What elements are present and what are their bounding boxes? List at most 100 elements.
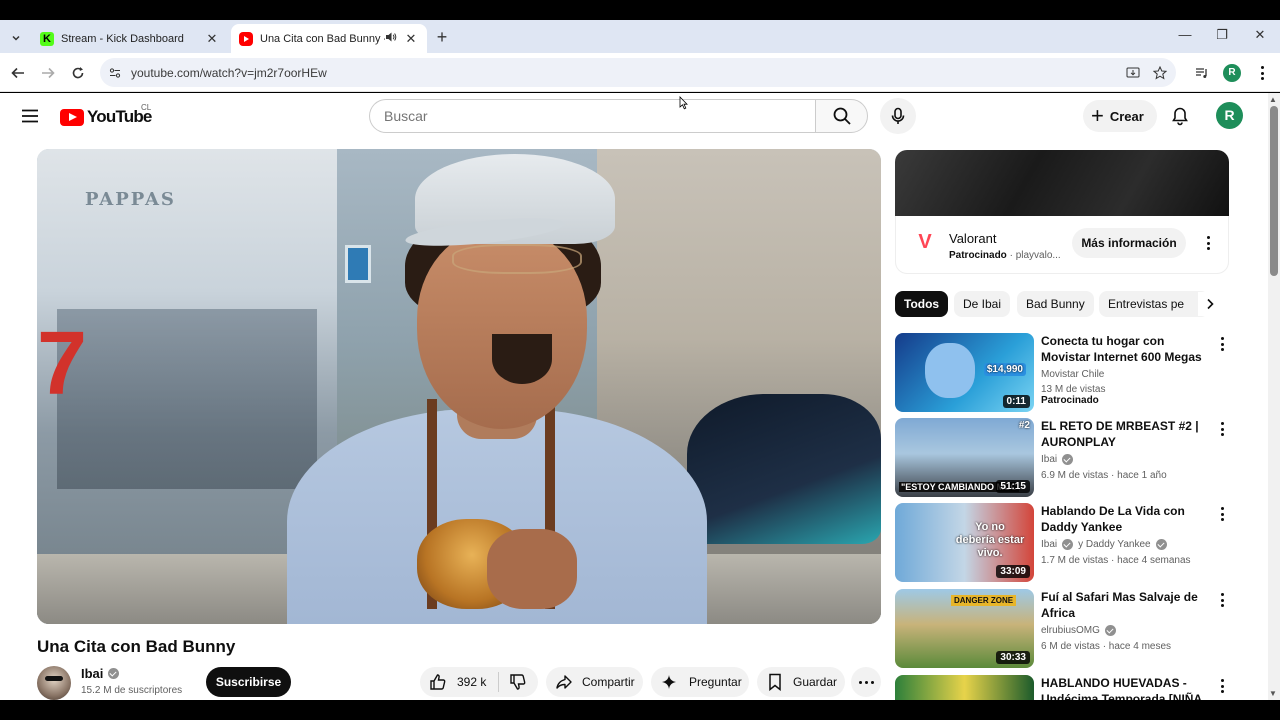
create-button[interactable]: + Crear	[1083, 100, 1157, 132]
chrome-profile-avatar[interactable]: R	[1223, 64, 1241, 82]
video-thumbnail[interactable]: $14,990 0:11	[895, 333, 1034, 412]
create-label: Crear	[1109, 108, 1144, 124]
chip-de-ibai[interactable]: De Ibai	[954, 291, 1011, 317]
video-thumbnail[interactable]: DANGER ZONE 30:33	[895, 589, 1034, 668]
bookmark-icon	[765, 672, 785, 692]
search-input[interactable]	[384, 108, 784, 124]
video-thumbnail[interactable]: "ESTOY CAMBIANDO MUC #2 51:15	[895, 418, 1034, 497]
rec-title: Fuí al Safari Mas Salvaje de Africa	[1041, 590, 1198, 620]
notifications-bell-icon[interactable]	[1170, 106, 1190, 126]
channel-name[interactable]: Ibai	[81, 666, 103, 681]
ask-label: Preguntar	[689, 675, 742, 689]
video-frame-blue-box	[345, 245, 371, 283]
chip-entrevistas[interactable]: Entrevistas pe	[1099, 291, 1209, 317]
rec-coauthor: y Daddy Yankee	[1078, 539, 1151, 550]
thumbnail-caption: DANGER ZONE	[951, 595, 1017, 606]
rec-channel-name: Movistar Chile	[1041, 369, 1105, 380]
speaker-icon[interactable]	[385, 31, 399, 46]
media-controls-icon[interactable]	[1192, 63, 1212, 83]
search-box	[369, 99, 816, 133]
video-player[interactable]: PAPPAS 7	[37, 149, 881, 624]
rec-channel-name: elrubiusOMG	[1041, 625, 1100, 636]
hamburger-menu-icon[interactable]	[20, 106, 40, 126]
recommended-video[interactable]: $14,990 0:11 Conecta tu hogar con Movist…	[895, 333, 1229, 413]
address-bar[interactable]: youtube.com/watch?v=jm2r7oorHEw	[100, 58, 1176, 87]
window-close-icon[interactable]: ✕	[1250, 27, 1270, 45]
rec-menu-icon[interactable]	[1214, 676, 1230, 696]
tab-close-icon[interactable]: ✕	[204, 31, 220, 47]
country-code: CL	[141, 103, 152, 112]
plus-icon: +	[1091, 103, 1104, 128]
ad-banner-image[interactable]	[895, 150, 1229, 216]
rec-views: 13 M de vistas	[1041, 384, 1106, 395]
video-duration: 30:33	[996, 651, 1030, 664]
site-info-icon[interactable]	[106, 64, 124, 82]
tab-title: Stream - Kick Dashboard	[61, 32, 184, 45]
tab-close-icon[interactable]: ✕	[403, 31, 419, 47]
youtube-play-icon	[60, 108, 84, 126]
chip-todos[interactable]: Todos	[895, 291, 949, 317]
tab-search-chevron-icon[interactable]	[6, 28, 26, 48]
scroll-up-arrow-icon[interactable]: ▲	[1269, 95, 1277, 104]
tab-youtube-video[interactable]: Una Cita con Bad Bunny - Y ✕	[231, 24, 427, 53]
ask-button[interactable]: Preguntar	[651, 667, 749, 697]
new-tab-button[interactable]: +	[432, 28, 452, 48]
video-thumbnail[interactable]	[895, 675, 1034, 700]
like-button[interactable]: 392 k	[420, 672, 498, 692]
tab-kick-dashboard[interactable]: K Stream - Kick Dashboard ✕	[32, 24, 228, 53]
rec-channel-name: Ibai	[1041, 539, 1058, 550]
recommended-video[interactable]: Yo no debería estar vivo. 33:09 Hablando…	[895, 503, 1229, 583]
video-frame-sign: PAPPAS	[85, 189, 176, 210]
tab-title: Una Cita con Bad Bunny - Y	[260, 32, 385, 45]
chip-bad-bunny[interactable]: Bad Bunny	[1017, 291, 1094, 317]
subscribe-button[interactable]: Suscribirse	[206, 667, 291, 697]
mouse-cursor-icon	[679, 96, 688, 115]
video-duration: 0:11	[1002, 395, 1030, 408]
recommended-video[interactable]: DANGER ZONE 30:33 Fuí al Safari Mas Salv…	[895, 589, 1229, 669]
more-actions-button[interactable]	[851, 667, 881, 697]
channel-avatar[interactable]	[37, 666, 71, 700]
screen-top-edge	[0, 0, 1280, 20]
rec-menu-icon[interactable]	[1214, 590, 1230, 610]
dislike-button[interactable]	[499, 672, 537, 692]
chrome-menu-icon[interactable]	[1252, 63, 1272, 83]
channel-name-wrap[interactable]: Ibai	[81, 666, 120, 681]
rec-menu-icon[interactable]	[1214, 504, 1230, 524]
restore-icon[interactable]: ❐	[1212, 27, 1232, 45]
youtube-icon	[239, 31, 253, 46]
rec-title: EL RETO DE MRBEAST #2 | AURONPLAY	[1041, 419, 1199, 449]
recommended-video[interactable]: HABLANDO HUEVADAS - Undécima Temporada […	[895, 675, 1229, 700]
account-avatar[interactable]: R	[1216, 102, 1243, 129]
screen-bottom-edge	[0, 700, 1280, 720]
recommended-video[interactable]: "ESTOY CAMBIANDO MUC #2 51:15 EL RETO DE…	[895, 418, 1229, 498]
reload-icon[interactable]	[68, 63, 88, 83]
rec-menu-icon[interactable]	[1214, 334, 1230, 354]
ad-subtitle: Patrocinado · playvalo...	[949, 250, 1061, 261]
search-button[interactable]	[815, 99, 868, 133]
rec-title: HABLANDO HUEVADAS - Undécima Temporada […	[1041, 676, 1203, 700]
kick-icon: K	[40, 31, 54, 46]
install-app-icon[interactable]	[1124, 64, 1142, 82]
minimize-icon[interactable]: —	[1175, 27, 1195, 45]
scroll-down-arrow-icon[interactable]: ▼	[1269, 689, 1277, 698]
microphone-icon	[891, 107, 905, 124]
rec-menu-icon[interactable]	[1214, 419, 1230, 439]
back-arrow-icon[interactable]	[8, 63, 28, 83]
rec-title: Conecta tu hogar con Movistar Internet 6…	[1041, 334, 1202, 364]
forward-arrow-icon[interactable]	[38, 63, 58, 83]
page-scrollbar-thumb[interactable]	[1270, 106, 1278, 276]
share-arrow-icon	[554, 672, 574, 692]
ad-cta-button[interactable]: Más información	[1072, 228, 1186, 258]
ad-menu-icon[interactable]	[1200, 233, 1216, 253]
video-title: Una Cita con Bad Bunny	[37, 637, 236, 656]
bookmark-star-icon[interactable]	[1151, 64, 1169, 82]
ad-card[interactable]: V Valorant Patrocinado · playvalo... Más…	[895, 216, 1229, 274]
video-frame-jacket	[687, 394, 881, 544]
share-button[interactable]: Compartir	[546, 667, 643, 697]
video-frame-beard	[492, 334, 552, 384]
save-button[interactable]: Guardar	[757, 667, 845, 697]
voice-search-button[interactable]	[880, 98, 916, 134]
chips-next-chevron-icon[interactable]	[1198, 292, 1222, 316]
youtube-logo[interactable]: YouTube CL	[60, 103, 152, 127]
video-thumbnail[interactable]: Yo no debería estar vivo. 33:09	[895, 503, 1034, 582]
